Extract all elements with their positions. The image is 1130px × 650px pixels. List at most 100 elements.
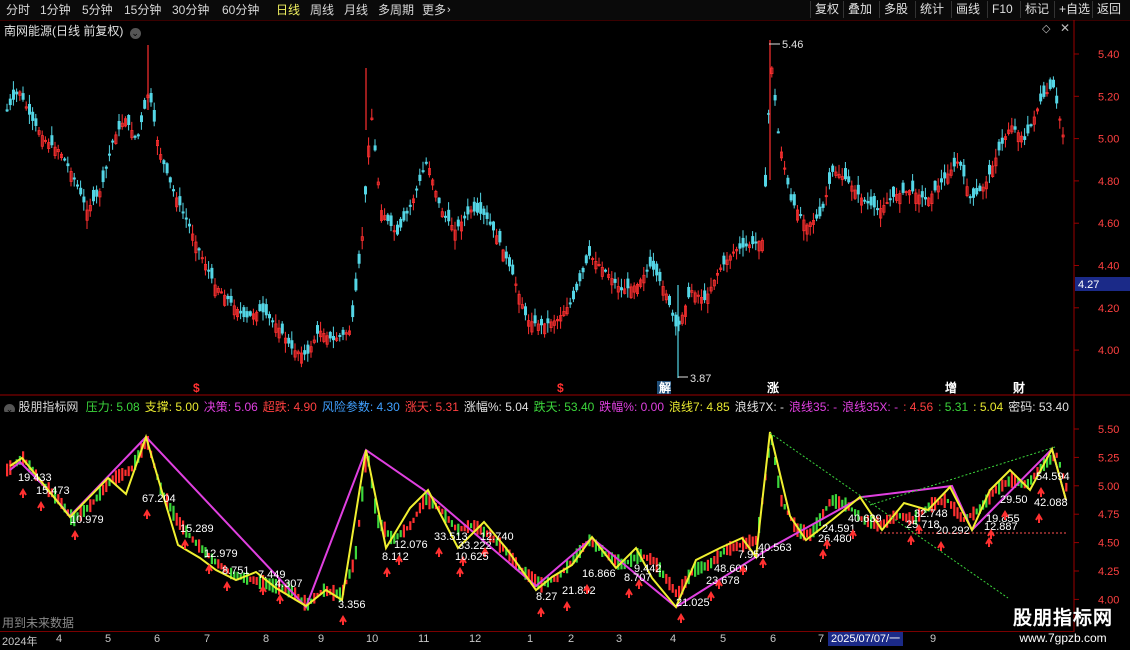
- indicator-bar: [553, 576, 556, 582]
- indicator-bar: [418, 502, 421, 514]
- indicator-bar: [716, 550, 719, 564]
- watermark-url: www.7gpzb.com: [1019, 631, 1107, 645]
- candle-body: [229, 295, 233, 303]
- candle-body: [924, 196, 928, 200]
- date-tick: 5: [720, 633, 727, 645]
- indicator-bar: [946, 498, 949, 504]
- indicator-bar: [994, 485, 997, 494]
- candle-body: [645, 269, 649, 272]
- candle-body: [104, 166, 108, 169]
- candle-body: [248, 311, 252, 316]
- indicator-bar: [710, 557, 713, 569]
- candle-body: [997, 141, 1001, 151]
- date-tick: 4: [670, 633, 677, 645]
- indicator-legend: ⌄ 股朋指标网 压力: 5.08 支撑: 5.00 决策: 5.06 超跌: 4.90…: [4, 398, 1074, 412]
- candle-body: [786, 177, 790, 185]
- candle-body: [511, 264, 515, 275]
- candle-body: [1052, 79, 1056, 88]
- candle-body: [447, 209, 451, 222]
- candle-body: [402, 211, 406, 221]
- event-marker[interactable]: $: [193, 381, 200, 395]
- candle-body: [943, 172, 947, 179]
- indicator-bar: [409, 521, 412, 531]
- candle-body: [101, 170, 105, 183]
- candle-body: [34, 118, 38, 126]
- candle-body: [901, 182, 905, 193]
- price-tick-label: 4.80: [1098, 176, 1119, 188]
- candle-body: [671, 312, 675, 316]
- candle-body: [479, 202, 483, 214]
- candle-body: [111, 140, 115, 143]
- indicator-bar: [198, 539, 201, 553]
- candle-body: [754, 241, 758, 244]
- candle-body: [687, 286, 691, 298]
- candle-body: [27, 103, 31, 115]
- indicator-bar: [172, 505, 175, 521]
- candle-body: [604, 269, 608, 272]
- candle-body: [108, 153, 112, 156]
- wave-label: 10.625: [455, 551, 489, 563]
- indicator-bar: [9, 460, 12, 475]
- indicator-bar: [953, 501, 956, 517]
- indicator-name: 股朋指标网: [18, 400, 79, 412]
- date-tick: 7: [818, 633, 825, 645]
- wave-label: 19.433: [18, 472, 52, 484]
- date-tick: 9: [318, 633, 325, 645]
- wave-label: 21.025: [676, 597, 710, 609]
- candle-body: [751, 236, 755, 245]
- buy-arrow-icon: [435, 547, 443, 557]
- buy-arrow-icon: [625, 588, 633, 598]
- date-tick: 2: [568, 633, 575, 645]
- date-tick: 8: [263, 633, 270, 645]
- event-marker[interactable]: 财: [1012, 380, 1025, 395]
- indicator-bar: [412, 517, 415, 523]
- candle-body: [331, 336, 335, 341]
- event-marker[interactable]: 涨: [767, 380, 779, 395]
- indicator-bar: [722, 547, 725, 555]
- candle-body: [872, 196, 876, 208]
- candle-body: [975, 187, 979, 195]
- wave-label: 16.866: [582, 568, 616, 580]
- event-marker[interactable]: 增: [945, 380, 957, 395]
- indicator-bar: [217, 559, 220, 569]
- indicator-param: 压力: 5.08: [85, 400, 140, 412]
- indicator-param: 支撑: 5.00: [144, 400, 199, 412]
- candle-body: [764, 174, 768, 187]
- indicator-bar: [662, 570, 665, 578]
- watermark: 股朋指标网 www.7gpzb.com: [1008, 603, 1118, 645]
- wave-label: 20.292: [936, 525, 970, 537]
- candle-body: [504, 251, 508, 259]
- indicator-bar: [102, 484, 105, 496]
- buy-arrow-icon: [223, 581, 231, 591]
- wave-label: 9.442: [634, 563, 662, 575]
- indicator-bar: [809, 528, 812, 542]
- indicator-bar: [89, 499, 92, 513]
- indicator-bar: [399, 530, 402, 538]
- indicator-bar: [838, 496, 841, 509]
- candle-body: [876, 208, 880, 211]
- candle-body: [242, 307, 246, 318]
- wave-label: 40.639: [848, 513, 882, 525]
- candle-body: [207, 269, 211, 272]
- future-data-note: 用到未来数据: [2, 616, 75, 630]
- candle-body: [540, 318, 544, 326]
- wave-label: 23.678: [706, 575, 740, 587]
- indicator-param: : 5.04: [973, 400, 1004, 412]
- indicator-bar: [118, 469, 121, 483]
- candle-body: [1026, 124, 1030, 134]
- chevron-down-icon[interactable]: ⌄: [4, 404, 15, 412]
- indicator-bar: [402, 524, 405, 538]
- indicator-bar: [703, 562, 706, 571]
- wave-label: 4.307: [275, 578, 303, 590]
- indicator-bar: [665, 573, 668, 584]
- indicator-bar: [425, 492, 428, 506]
- candle-body: [149, 92, 153, 103]
- candle-body: [1042, 85, 1046, 97]
- candle-body: [568, 302, 572, 305]
- event-marker[interactable]: $: [557, 381, 564, 395]
- candle-body: [82, 196, 86, 203]
- event-marker[interactable]: 解: [659, 380, 671, 395]
- price-tick-label: 4.00: [1098, 345, 1119, 357]
- candle-body: [287, 337, 291, 344]
- candle-body: [546, 318, 550, 324]
